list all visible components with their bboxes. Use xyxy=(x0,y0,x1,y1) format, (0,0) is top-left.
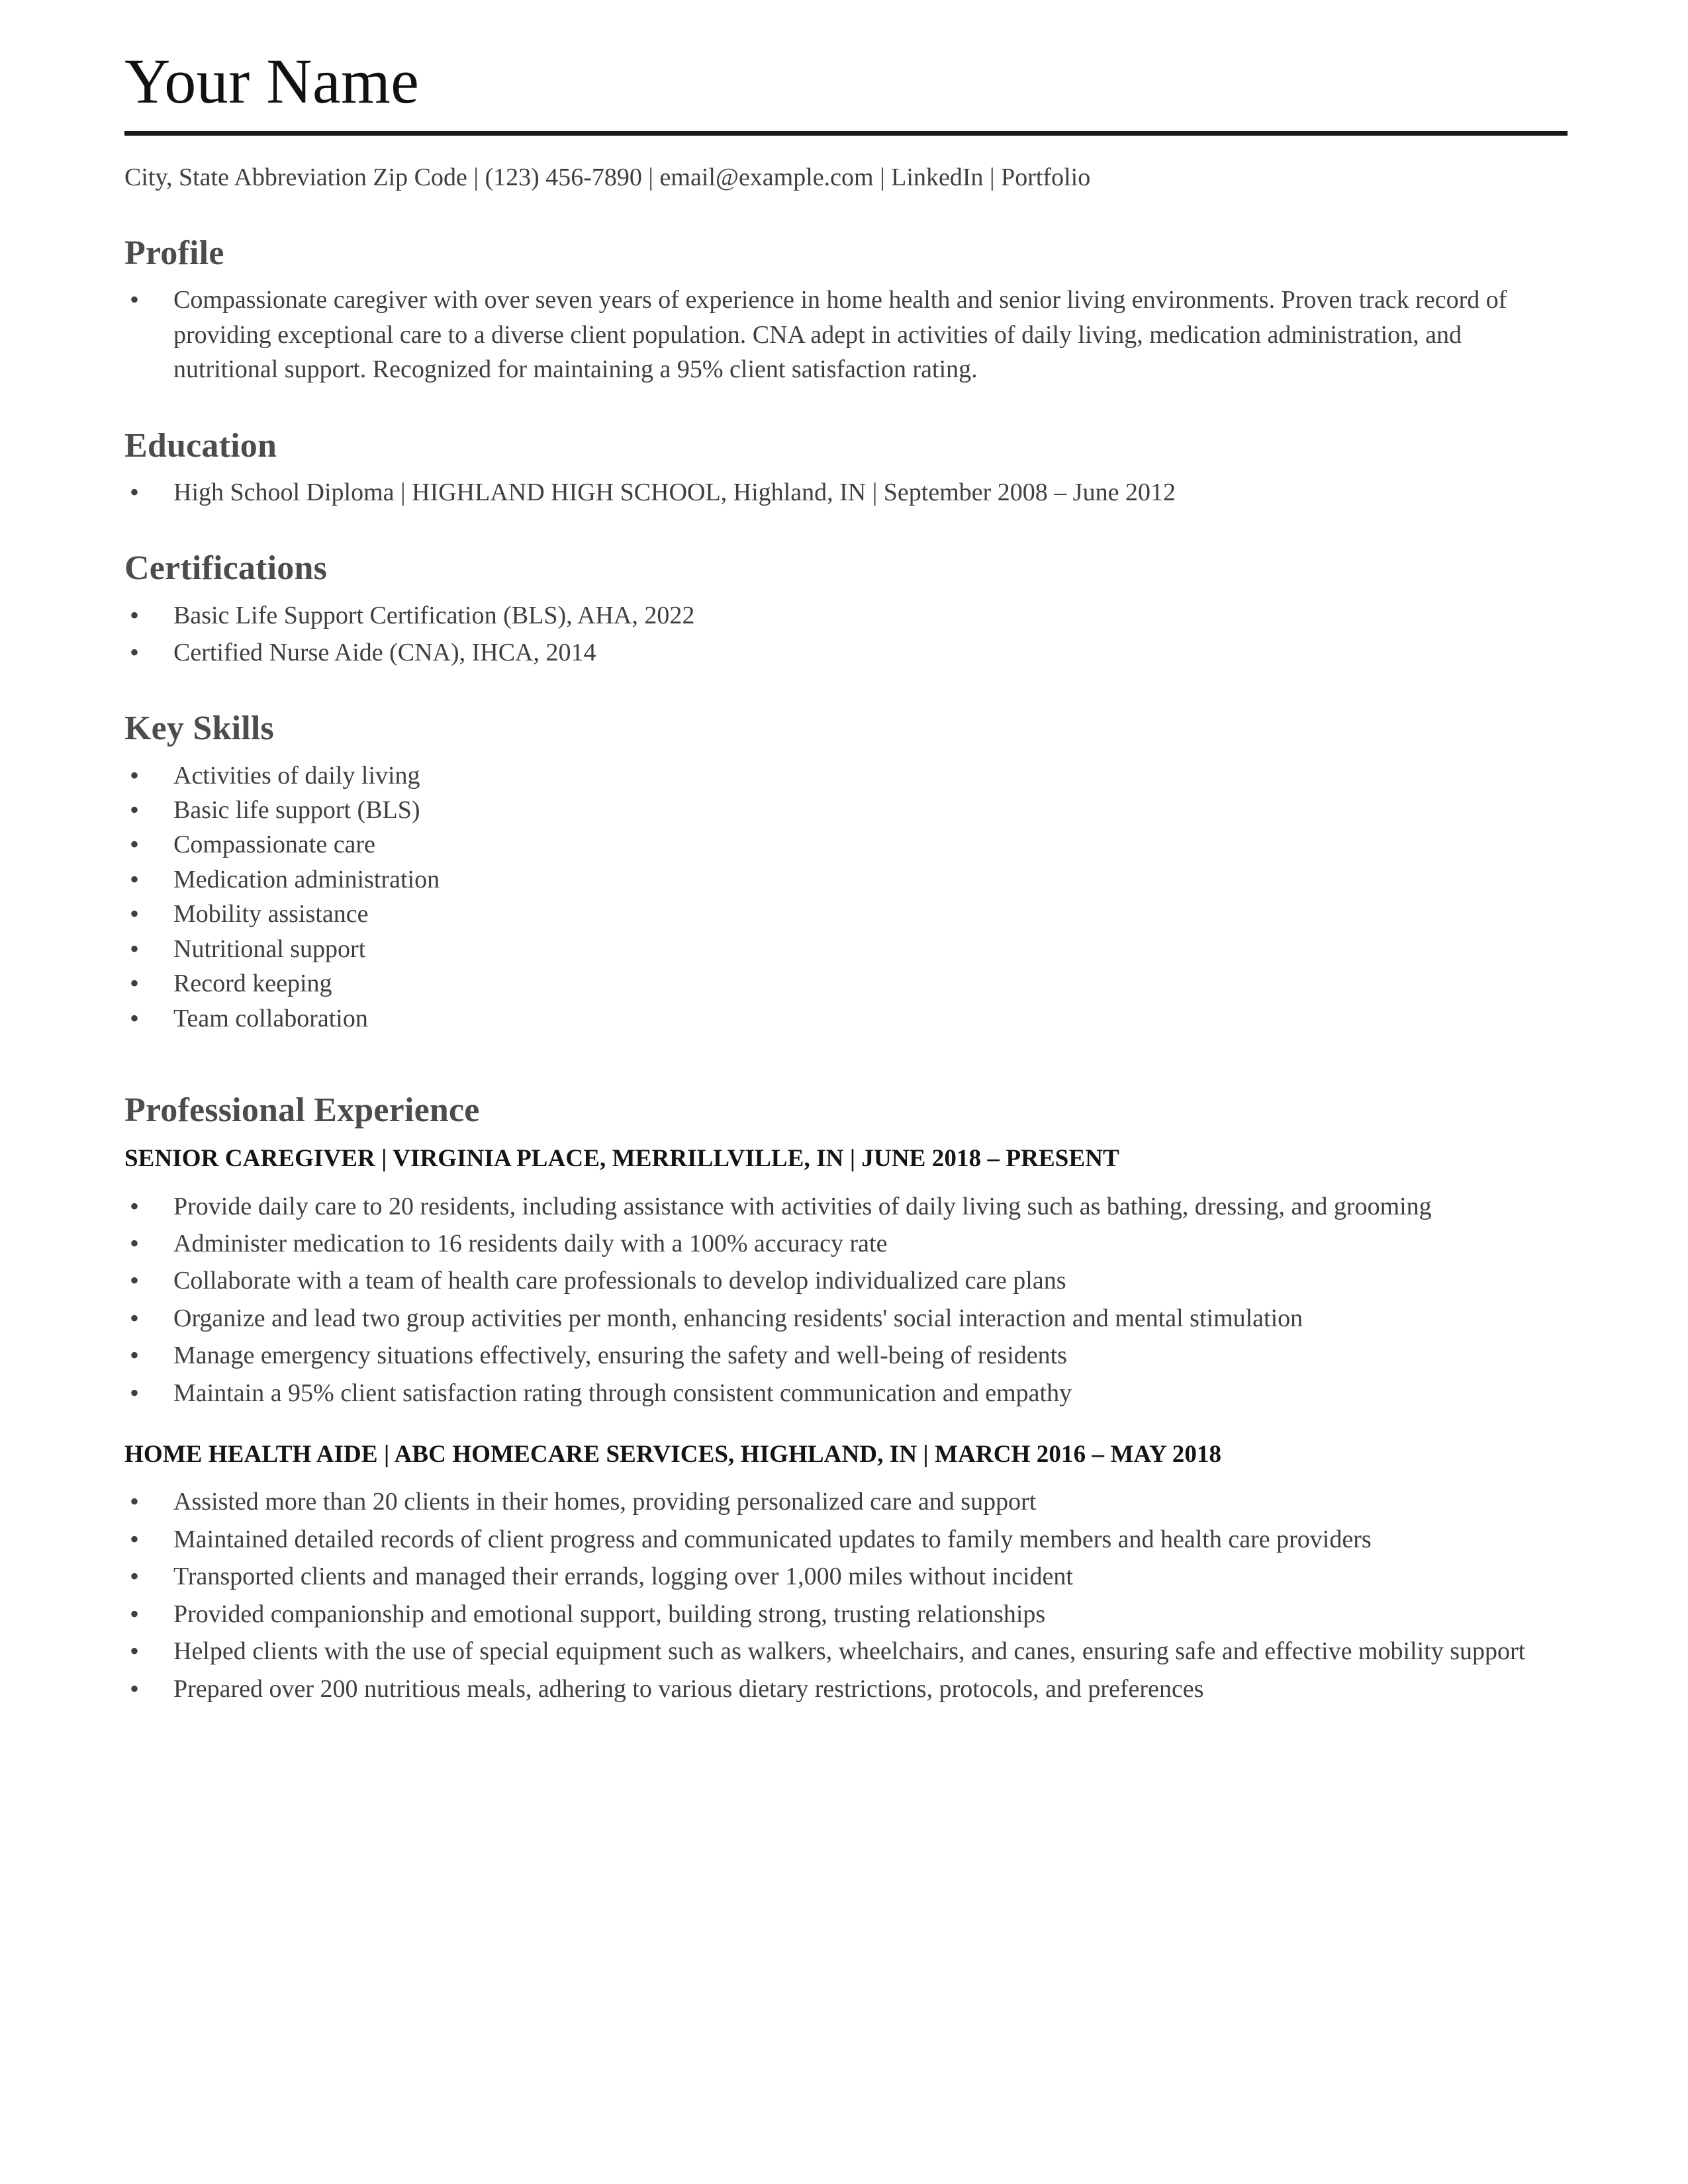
section-title-key-skills: Key Skills xyxy=(124,709,274,748)
section-education: Education High School Diploma | HIGHLAND… xyxy=(124,426,1569,511)
list-item: Basic Life Support Certification (BLS), … xyxy=(124,596,1557,633)
section-professional-experience: Professional Experience SENIOR CAREGIVER… xyxy=(124,1091,1569,1707)
list-item: Assisted more than 20 clients in their h… xyxy=(124,1483,1557,1520)
section-title-professional-experience: Professional Experience xyxy=(124,1091,480,1130)
list-item: Basic life support (BLS) xyxy=(124,792,1569,829)
section-key-skills: Key Skills Activities of daily living Ba… xyxy=(124,709,1569,1036)
list-item: High School Diploma | HIGHLAND HIGH SCHO… xyxy=(124,474,1557,511)
list-item: Compassionate caregiver with over seven … xyxy=(124,281,1557,387)
list-item: Collaborate with a team of health care p… xyxy=(124,1262,1557,1299)
resume-header: Your Name City, State Abbreviation Zip C… xyxy=(124,0,1569,195)
list-item: Transported clients and managed their er… xyxy=(124,1558,1557,1595)
list-item: Manage emergency situations effectively,… xyxy=(124,1337,1557,1374)
job-responsibilities-list: Provide daily care to 20 residents, incl… xyxy=(124,1187,1569,1412)
profile-list: Compassionate caregiver with over seven … xyxy=(124,281,1569,387)
resume-page: Your Name City, State Abbreviation Zip C… xyxy=(0,0,1688,2184)
contact-line: City, State Abbreviation Zip Code | (123… xyxy=(124,163,1091,191)
key-skills-list: Activities of daily living Basic life su… xyxy=(124,757,1569,1037)
job-heading: HOME HEALTH AIDE | ABC HOMECARE SERVICES… xyxy=(124,1441,1222,1469)
section-title-certifications: Certifications xyxy=(124,549,328,588)
list-item: Certified Nurse Aide (CNA), IHCA, 2014 xyxy=(124,634,1557,671)
list-item: Maintained detailed records of client pr… xyxy=(124,1521,1557,1558)
header-divider xyxy=(124,130,1568,136)
list-item: Administer medication to 16 residents da… xyxy=(124,1225,1557,1262)
list-item: Helped clients with the use of special e… xyxy=(124,1633,1557,1670)
list-item: Medication administration xyxy=(124,861,1569,898)
list-item: Prepared over 200 nutritious meals, adhe… xyxy=(124,1670,1557,1707)
list-item: Organize and lead two group activities p… xyxy=(124,1300,1557,1337)
list-item: Provided companionship and emotional sup… xyxy=(124,1596,1557,1633)
list-item: Record keeping xyxy=(124,965,1569,1002)
certifications-list: Basic Life Support Certification (BLS), … xyxy=(124,596,1569,671)
job-heading: SENIOR CAREGIVER | VIRGINIA PLACE, MERRI… xyxy=(124,1145,1119,1173)
section-certifications: Certifications Basic Life Support Certif… xyxy=(124,549,1569,670)
list-item: Mobility assistance xyxy=(124,895,1569,933)
experience-entry: HOME HEALTH AIDE | ABC HOMECARE SERVICES… xyxy=(124,1439,1569,1707)
list-item: Team collaboration xyxy=(124,1000,1569,1037)
job-responsibilities-list: Assisted more than 20 clients in their h… xyxy=(124,1483,1569,1707)
section-title-profile: Profile xyxy=(124,234,224,273)
education-list: High School Diploma | HIGHLAND HIGH SCHO… xyxy=(124,474,1569,511)
section-title-education: Education xyxy=(124,426,277,465)
experience-entry: SENIOR CAREGIVER | VIRGINIA PLACE, MERRI… xyxy=(124,1144,1569,1412)
list-item: Nutritional support xyxy=(124,931,1569,968)
candidate-name: Your Name xyxy=(124,46,420,116)
list-item: Maintain a 95% client satisfaction ratin… xyxy=(124,1375,1557,1412)
section-profile: Profile Compassionate caregiver with ove… xyxy=(124,234,1569,387)
list-item: Activities of daily living xyxy=(124,757,1569,794)
list-item: Compassionate care xyxy=(124,826,1569,863)
list-item: Provide daily care to 20 residents, incl… xyxy=(124,1187,1557,1224)
